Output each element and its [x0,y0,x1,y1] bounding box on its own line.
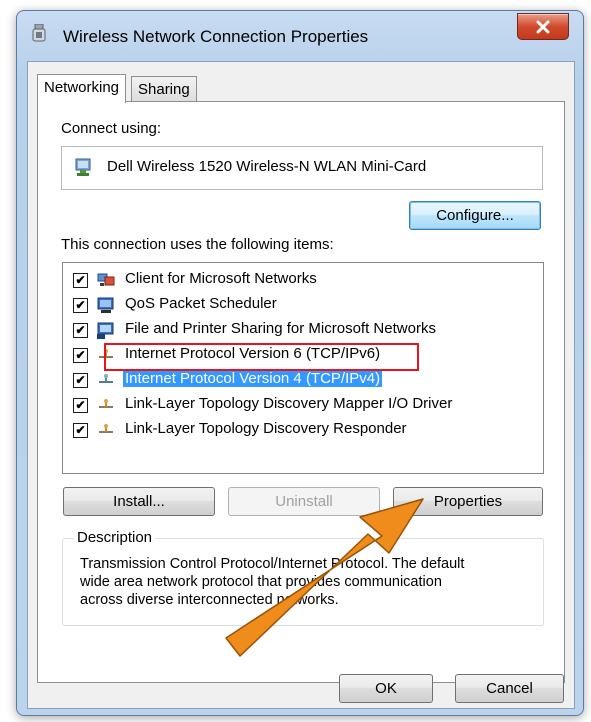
description-text: Transmission Control Protocol/Internet P… [80,555,520,609]
list-item[interactable]: ✔ Internet Protocol Version 6 (TCP/IPv6) [73,344,553,366]
protocol-icon [99,424,113,433]
protocol-icon [99,399,113,408]
properties-button[interactable]: Properties [393,487,543,516]
file-printer-sharing-icon [97,322,114,339]
scheduler-icon [97,297,114,313]
item-checkbox[interactable]: ✔ [73,298,88,313]
item-label: Client for Microsoft Networks [125,270,317,287]
tab-networking[interactable]: Networking [37,74,127,103]
title-bar[interactable]: Wireless Network Connection Properties [17,11,583,55]
adapter-field: Dell Wireless 1520 Wireless-N WLAN Mini-… [61,146,543,190]
item-label: Internet Protocol Version 6 (TCP/IPv6) [125,345,381,362]
close-button[interactable] [517,13,569,40]
connect-using-label: Connect using: [61,120,162,137]
description-line: Transmission Control Protocol/Internet P… [80,556,465,572]
description-title: Description [74,529,156,546]
adapter-name: Dell Wireless 1520 Wireless-N WLAN Mini-… [107,158,427,175]
item-label: Link-Layer Topology Discovery Responder [125,420,407,437]
item-label-selected: Internet Protocol Version 4 (TCP/IPv4) [123,370,383,387]
network-adapter-icon [32,24,46,42]
network-card-icon [75,158,91,176]
items-label: This connection uses the following items… [61,236,334,253]
item-label: QoS Packet Scheduler [125,295,277,312]
close-icon [536,20,550,33]
protocol-icon [99,374,113,383]
list-item[interactable]: ✔ File and Printer Sharing for Microsoft… [73,319,553,341]
configure-button[interactable]: Configure... [409,201,541,230]
tab-sharing[interactable]: Sharing [131,76,197,103]
list-item[interactable]: ✔ Link-Layer Topology Discovery Mapper I… [73,394,553,416]
install-button[interactable]: Install... [63,487,215,516]
list-item[interactable]: ✔ Internet Protocol Version 4 (TCP/IPv4) [73,369,553,391]
item-checkbox[interactable]: ✔ [73,398,88,413]
protocol-icon [99,349,113,358]
description-line: across diverse interconnected networks. [80,592,339,608]
uninstall-button: Uninstall [228,487,380,516]
item-label: File and Printer Sharing for Microsoft N… [125,320,436,337]
client-network-icon [97,273,115,286]
list-item[interactable]: ✔ Client for Microsoft Networks [73,269,553,291]
list-item[interactable]: ✔ Link-Layer Topology Discovery Responde… [73,419,553,441]
item-checkbox[interactable]: ✔ [73,423,88,438]
item-checkbox[interactable]: ✔ [73,348,88,363]
cancel-button[interactable]: Cancel [455,674,564,703]
item-checkbox[interactable]: ✔ [73,373,88,388]
item-checkbox[interactable]: ✔ [73,273,88,288]
window-title: Wireless Network Connection Properties [63,27,369,46]
item-checkbox[interactable]: ✔ [73,323,88,338]
items-list[interactable]: ✔ Client for Microsoft Networks ✔ QoS Pa… [62,262,544,474]
description-line: wide area network protocol that provides… [80,574,442,590]
list-item[interactable]: ✔ QoS Packet Scheduler [73,294,553,316]
ok-button[interactable]: OK [339,674,433,703]
item-label: Link-Layer Topology Discovery Mapper I/O… [125,395,453,412]
